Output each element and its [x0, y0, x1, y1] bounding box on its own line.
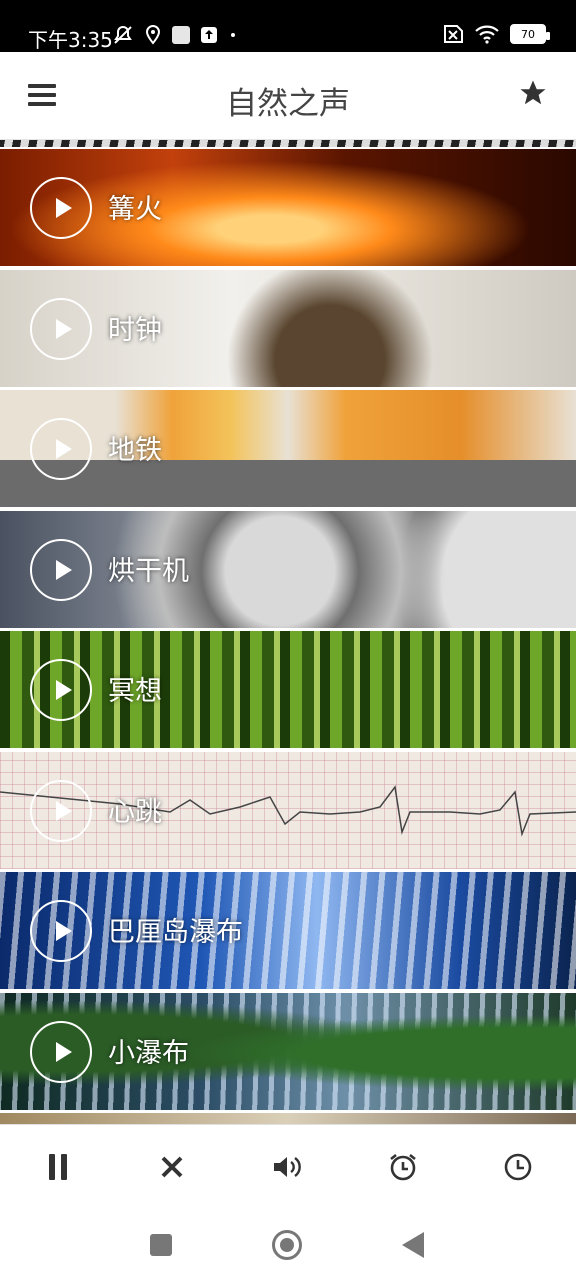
sound-label: 篝火	[108, 194, 162, 225]
page-title: 自然之声	[226, 86, 350, 122]
status-icons-right: 70	[440, 24, 550, 44]
dot-icon	[231, 33, 235, 37]
home-icon[interactable]	[272, 1230, 302, 1260]
wifi-icon	[475, 25, 499, 44]
sound-label: 心跳	[108, 797, 162, 828]
play-icon[interactable]	[30, 659, 92, 721]
play-icon[interactable]	[30, 780, 92, 842]
list-item[interactable]: 小瀑布	[0, 993, 576, 1110]
status-bar: 下午3:35 70	[0, 0, 576, 52]
sound-label: 地铁	[108, 435, 162, 466]
play-icon[interactable]	[30, 418, 92, 480]
app-bar: 自然之声	[0, 52, 576, 140]
sound-label: 小瀑布	[108, 1038, 189, 1069]
app-notification-icon	[172, 26, 190, 44]
play-icon[interactable]	[30, 1021, 92, 1083]
list-item[interactable]: 冥想	[0, 631, 576, 748]
battery-indicator: 70	[510, 24, 550, 44]
list-item-partial-bottom	[0, 1113, 576, 1124]
back-icon[interactable]	[402, 1232, 424, 1258]
play-icon[interactable]	[30, 177, 92, 239]
playback-controls	[0, 1124, 576, 1208]
list-item[interactable]: 烘干机	[0, 511, 576, 628]
silent-bell-icon	[114, 25, 132, 44]
play-icon[interactable]	[30, 900, 92, 962]
upload-icon	[201, 27, 217, 43]
alarm-clock-icon[interactable]	[383, 1147, 423, 1187]
status-icons-left	[112, 24, 238, 46]
list-item[interactable]: 时钟	[0, 270, 576, 387]
list-item[interactable]: 巴厘岛瀑布	[0, 872, 576, 989]
sound-label: 冥想	[108, 676, 162, 707]
list-item[interactable]: 地铁	[0, 390, 576, 507]
sound-label: 巴厘岛瀑布	[108, 917, 243, 948]
list-item[interactable]: 心跳	[0, 752, 576, 869]
play-icon[interactable]	[30, 539, 92, 601]
sound-label: 烘干机	[108, 556, 189, 587]
system-nav-bar	[0, 1208, 576, 1280]
location-icon	[145, 25, 161, 45]
recents-icon[interactable]	[150, 1234, 172, 1256]
status-time: 下午3:35	[28, 28, 113, 52]
volume-icon[interactable]	[268, 1147, 308, 1187]
list-item-partial-top	[0, 140, 576, 147]
timer-clock-icon[interactable]	[498, 1147, 538, 1187]
sound-label: 时钟	[108, 315, 162, 346]
play-icon[interactable]	[30, 298, 92, 360]
close-icon[interactable]	[152, 1147, 192, 1187]
pause-icon[interactable]	[38, 1147, 78, 1187]
sound-list[interactable]: 篝火 时钟 地铁 烘干机 冥想 心跳 巴厘岛瀑布 小瀑布	[0, 140, 576, 1124]
no-sim-icon	[444, 25, 463, 43]
star-icon[interactable]	[516, 78, 550, 112]
list-item[interactable]: 篝火	[0, 149, 576, 266]
